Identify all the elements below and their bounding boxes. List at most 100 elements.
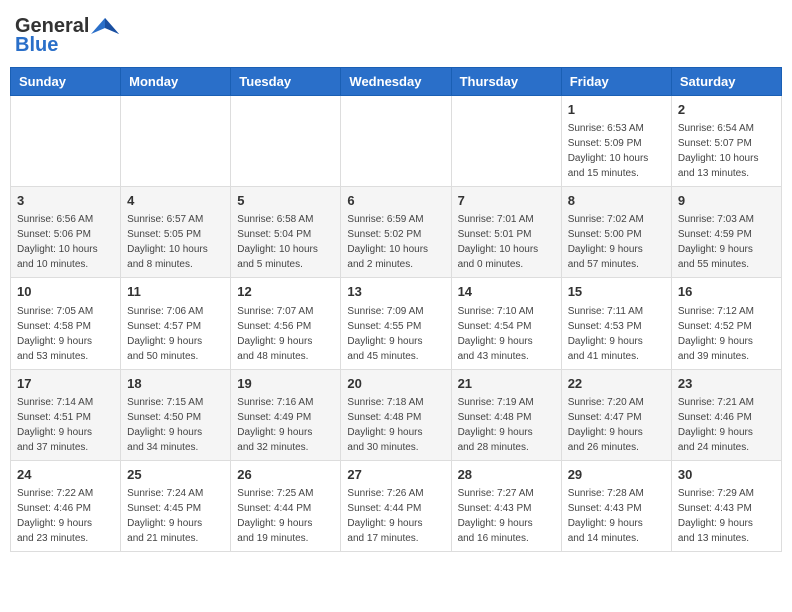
day-number: 30 — [678, 466, 775, 484]
day-info: Sunrise: 7:26 AM Sunset: 4:44 PM Dayligh… — [347, 486, 444, 546]
calendar-cell — [231, 96, 341, 187]
day-number: 7 — [458, 192, 555, 210]
calendar-cell — [341, 96, 451, 187]
day-number: 26 — [237, 466, 334, 484]
col-header-wednesday: Wednesday — [341, 68, 451, 96]
calendar-cell: 7 Sunrise: 7:01 AM Sunset: 5:01 PM Daylig… — [451, 187, 561, 278]
day-number: 10 — [17, 283, 114, 301]
day-info: Sunrise: 7:06 AM Sunset: 4:57 PM Dayligh… — [127, 304, 224, 364]
col-header-sunday: Sunday — [11, 68, 121, 96]
day-number: 28 — [458, 466, 555, 484]
day-number: 1 — [568, 101, 665, 119]
calendar-cell: 9Sunrise: 7:03 AM Sunset: 4:59 PM Daylig… — [671, 187, 781, 278]
calendar-cell — [11, 96, 121, 187]
day-number: 23 — [678, 375, 775, 393]
logo: General Blue — [15, 15, 119, 57]
calendar-week-row: 24 Sunrise: 7:22 AM Sunset: 4:46 PM Dayli… — [11, 460, 782, 551]
day-number: 2 — [678, 101, 775, 119]
calendar-cell: 27 Sunrise: 7:26 AM Sunset: 4:44 PM Dayli… — [341, 460, 451, 551]
day-number: 22 — [568, 375, 665, 393]
day-number: 12 — [237, 283, 334, 301]
day-number: 3 — [17, 192, 114, 210]
day-info: Sunrise: 7:25 AM Sunset: 4:44 PM Dayligh… — [237, 486, 334, 546]
day-info: Sunrise: 7:15 AM Sunset: 4:50 PM Dayligh… — [127, 395, 224, 455]
calendar-cell: 14 Sunrise: 7:10 AM Sunset: 4:54 PM Dayli… — [451, 278, 561, 369]
calendar-cell: 12 Sunrise: 7:07 AM Sunset: 4:56 PM Dayli… — [231, 278, 341, 369]
calendar-cell: 10 Sunrise: 7:05 AM Sunset: 4:58 PM Dayli… — [11, 278, 121, 369]
day-info: Sunrise: 6:59 AM Sunset: 5:02 PM Dayligh… — [347, 212, 444, 272]
calendar-cell: 2 Sunrise: 6:54 AM Sunset: 5:07 PM Daylig… — [671, 96, 781, 187]
day-info: Sunrise: 7:21 AM Sunset: 4:46 PM Dayligh… — [678, 395, 775, 455]
day-info: Sunrise: 7:24 AM Sunset: 4:45 PM Dayligh… — [127, 486, 224, 546]
logo-bird-icon — [91, 16, 119, 38]
calendar-cell: 29 Sunrise: 7:28 AM Sunset: 4:43 PM Dayli… — [561, 460, 671, 551]
day-number: 6 — [347, 192, 444, 210]
calendar-cell: 3 Sunrise: 6:56 AM Sunset: 5:06 PM Daylig… — [11, 187, 121, 278]
day-info: Sunrise: 6:57 AM Sunset: 5:05 PM Dayligh… — [127, 212, 224, 272]
calendar-cell: 13 Sunrise: 7:09 AM Sunset: 4:55 PM Dayli… — [341, 278, 451, 369]
calendar-cell: 20 Sunrise: 7:18 AM Sunset: 4:48 PM Dayli… — [341, 369, 451, 460]
calendar-header-row: SundayMondayTuesdayWednesdayThursdayFrid… — [11, 68, 782, 96]
day-number: 21 — [458, 375, 555, 393]
day-number: 8 — [568, 192, 665, 210]
page-header: General Blue — [10, 10, 782, 57]
calendar-cell: 11 Sunrise: 7:06 AM Sunset: 4:57 PM Dayli… — [121, 278, 231, 369]
day-info: Sunrise: 6:56 AM Sunset: 5:06 PM Dayligh… — [17, 212, 114, 272]
day-info: Sunrise: 7:29 AM Sunset: 4:43 PM Dayligh… — [678, 486, 775, 546]
day-info: Sunrise: 6:54 AM Sunset: 5:07 PM Dayligh… — [678, 121, 775, 181]
calendar-cell: 21Sunrise: 7:19 AM Sunset: 4:48 PM Dayli… — [451, 369, 561, 460]
day-number: 27 — [347, 466, 444, 484]
day-number: 19 — [237, 375, 334, 393]
col-header-tuesday: Tuesday — [231, 68, 341, 96]
calendar-cell: 6 Sunrise: 6:59 AM Sunset: 5:02 PM Daylig… — [341, 187, 451, 278]
calendar-cell: 22 Sunrise: 7:20 AM Sunset: 4:47 PM Dayli… — [561, 369, 671, 460]
day-info: Sunrise: 7:11 AM Sunset: 4:53 PM Dayligh… — [568, 304, 665, 364]
col-header-saturday: Saturday — [671, 68, 781, 96]
col-header-friday: Friday — [561, 68, 671, 96]
day-info: Sunrise: 7:14 AM Sunset: 4:51 PM Dayligh… — [17, 395, 114, 455]
day-number: 11 — [127, 283, 224, 301]
day-number: 25 — [127, 466, 224, 484]
day-number: 13 — [347, 283, 444, 301]
calendar-cell — [121, 96, 231, 187]
day-info: Sunrise: 7:20 AM Sunset: 4:47 PM Dayligh… — [568, 395, 665, 455]
logo-blue-text: Blue — [15, 34, 58, 57]
day-number: 15 — [568, 283, 665, 301]
day-info: Sunrise: 7:18 AM Sunset: 4:48 PM Dayligh… — [347, 395, 444, 455]
calendar-cell: 19 Sunrise: 7:16 AM Sunset: 4:49 PM Dayli… — [231, 369, 341, 460]
calendar-cell: 15 Sunrise: 7:11 AM Sunset: 4:53 PM Dayli… — [561, 278, 671, 369]
day-number: 20 — [347, 375, 444, 393]
calendar-week-row: 10 Sunrise: 7:05 AM Sunset: 4:58 PM Dayli… — [11, 278, 782, 369]
day-info: Sunrise: 7:22 AM Sunset: 4:46 PM Dayligh… — [17, 486, 114, 546]
day-info: Sunrise: 7:05 AM Sunset: 4:58 PM Dayligh… — [17, 304, 114, 364]
calendar-cell: 18 Sunrise: 7:15 AM Sunset: 4:50 PM Dayli… — [121, 369, 231, 460]
calendar-cell: 8Sunrise: 7:02 AM Sunset: 5:00 PM Daylig… — [561, 187, 671, 278]
day-info: Sunrise: 7:09 AM Sunset: 4:55 PM Dayligh… — [347, 304, 444, 364]
day-info: Sunrise: 7:16 AM Sunset: 4:49 PM Dayligh… — [237, 395, 334, 455]
day-number: 24 — [17, 466, 114, 484]
calendar-cell: 1 Sunrise: 6:53 AM Sunset: 5:09 PM Daylig… — [561, 96, 671, 187]
calendar-cell: 25 Sunrise: 7:24 AM Sunset: 4:45 PM Dayli… — [121, 460, 231, 551]
day-info: Sunrise: 7:10 AM Sunset: 4:54 PM Dayligh… — [458, 304, 555, 364]
day-number: 14 — [458, 283, 555, 301]
col-header-thursday: Thursday — [451, 68, 561, 96]
day-number: 4 — [127, 192, 224, 210]
day-info: Sunrise: 7:07 AM Sunset: 4:56 PM Dayligh… — [237, 304, 334, 364]
day-info: Sunrise: 7:28 AM Sunset: 4:43 PM Dayligh… — [568, 486, 665, 546]
col-header-monday: Monday — [121, 68, 231, 96]
day-info: Sunrise: 6:53 AM Sunset: 5:09 PM Dayligh… — [568, 121, 665, 181]
day-info: Sunrise: 6:58 AM Sunset: 5:04 PM Dayligh… — [237, 212, 334, 272]
day-info: Sunrise: 7:01 AM Sunset: 5:01 PM Dayligh… — [458, 212, 555, 272]
calendar-cell: 23 Sunrise: 7:21 AM Sunset: 4:46 PM Dayli… — [671, 369, 781, 460]
day-info: Sunrise: 7:12 AM Sunset: 4:52 PM Dayligh… — [678, 304, 775, 364]
day-number: 29 — [568, 466, 665, 484]
calendar-cell: 17Sunrise: 7:14 AM Sunset: 4:51 PM Dayli… — [11, 369, 121, 460]
day-info: Sunrise: 7:27 AM Sunset: 4:43 PM Dayligh… — [458, 486, 555, 546]
calendar-cell: 5Sunrise: 6:58 AM Sunset: 5:04 PM Daylig… — [231, 187, 341, 278]
calendar-cell: 26 Sunrise: 7:25 AM Sunset: 4:44 PM Dayli… — [231, 460, 341, 551]
day-number: 9 — [678, 192, 775, 210]
day-number: 18 — [127, 375, 224, 393]
calendar-cell: 28 Sunrise: 7:27 AM Sunset: 4:43 PM Dayli… — [451, 460, 561, 551]
calendar-week-row: 3 Sunrise: 6:56 AM Sunset: 5:06 PM Daylig… — [11, 187, 782, 278]
calendar-table: SundayMondayTuesdayWednesdayThursdayFrid… — [10, 67, 782, 552]
